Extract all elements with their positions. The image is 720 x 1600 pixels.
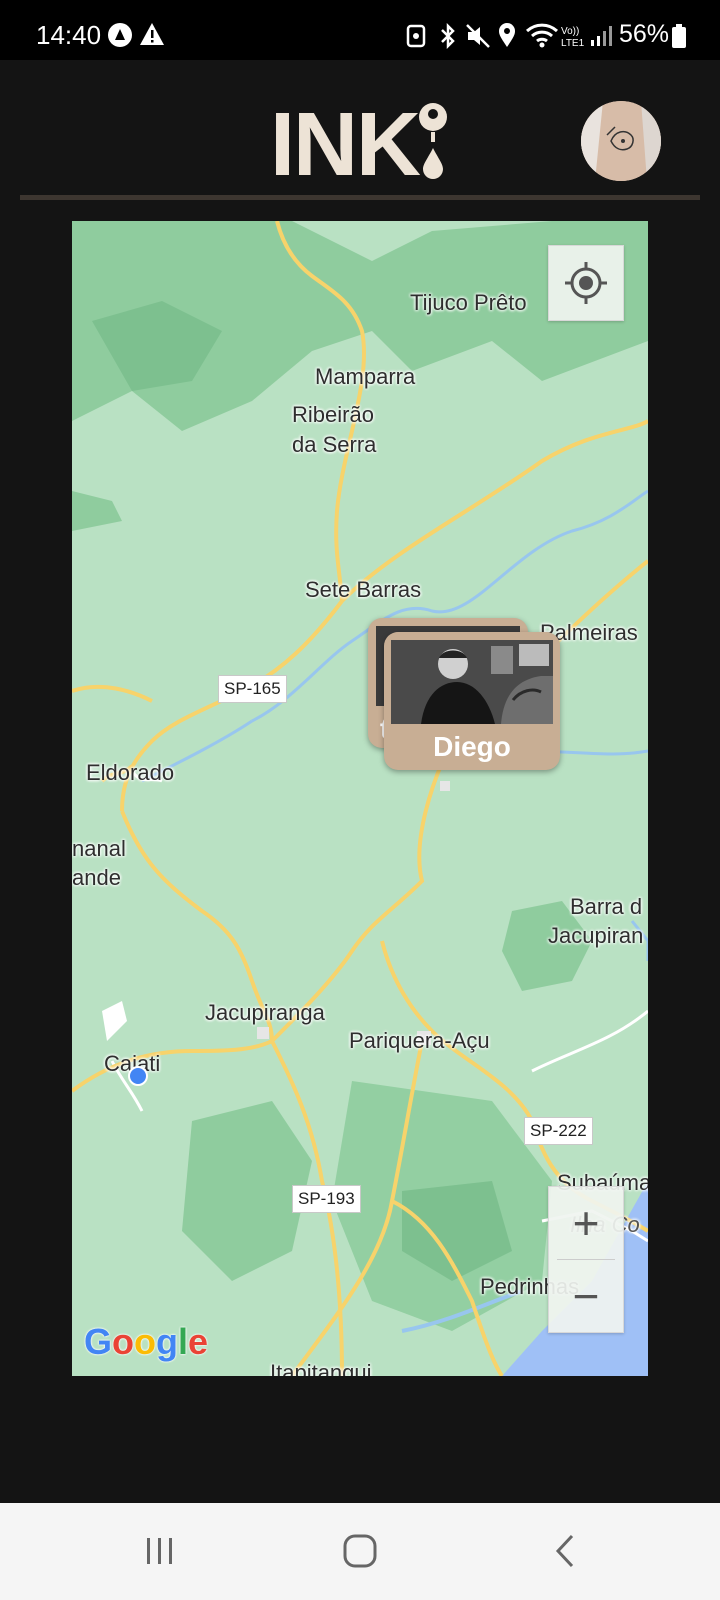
place-label: nanal — [72, 836, 126, 861]
signal-icon — [590, 25, 612, 52]
location-icon — [497, 22, 517, 53]
battery-icon — [672, 24, 686, 53]
place-label: Jacupiran — [548, 923, 644, 948]
battery-percent: 56% — [619, 20, 670, 48]
artist-name: Diego — [433, 731, 511, 762]
crosshair-icon — [565, 262, 607, 304]
place-label: Mamparra — [315, 364, 416, 389]
home-icon — [343, 1534, 377, 1568]
place-label: Jacupiranga — [205, 1000, 325, 1025]
artist-photo — [391, 640, 553, 724]
ink-drop-logo-icon — [418, 102, 448, 185]
mute-icon — [465, 23, 491, 54]
place-label: Itapitangui — [270, 1360, 372, 1376]
zoom-out-button[interactable]: − — [549, 1260, 623, 1332]
app-logo-text: INK — [270, 95, 421, 195]
place-label: Ribeirão — [292, 402, 374, 427]
my-location-button[interactable] — [548, 245, 624, 321]
road-shield: SP-222 — [524, 1117, 593, 1145]
system-nav-bar — [0, 1503, 720, 1600]
back-chevron-icon — [555, 1534, 574, 1568]
recent-apps-button[interactable] — [142, 1533, 178, 1574]
google-logo: Google — [84, 1321, 209, 1362]
header-divider — [20, 195, 700, 200]
app-notification-icon — [107, 22, 133, 53]
place-label: Sete Barras — [305, 577, 422, 602]
road-shield: SP-193 — [292, 1185, 361, 1213]
map-view[interactable]: Tijuco Prêto Mamparra Ribeirão da Serra … — [72, 221, 648, 1376]
back-button[interactable] — [548, 1533, 584, 1574]
place-label: Eldorado — [86, 760, 175, 785]
artist-marker-diego[interactable]: Diego — [384, 632, 560, 770]
zoom-controls: + − — [548, 1186, 624, 1333]
place-label: da Serra — [292, 432, 377, 457]
wifi-icon — [525, 22, 559, 53]
my-location-dot — [128, 1066, 148, 1086]
zoom-in-button[interactable]: + — [549, 1187, 623, 1259]
status-time: 14:40 — [36, 20, 102, 50]
place-label: Pariquera-Açu — [349, 1028, 490, 1053]
place-label: ande — [72, 865, 121, 890]
road-shield: SP-165 — [218, 675, 287, 703]
svg-text:LTE1: LTE1 — [561, 38, 585, 48]
warning-icon — [139, 22, 165, 51]
svg-text:Vo)): Vo)) — [561, 26, 579, 37]
screen: 14:40 Vo)) LTE1 56% INK Tijuco Prêto Mam… — [0, 0, 720, 1600]
nfc-icon — [406, 24, 426, 53]
home-button[interactable] — [342, 1533, 378, 1574]
bluetooth-icon — [438, 22, 458, 54]
volte-icon: Vo)) LTE1 — [561, 24, 587, 53]
place-label: Tijuco Prêto — [410, 290, 527, 315]
place-label: Barra d — [570, 894, 643, 919]
status-bar: 14:40 Vo)) LTE1 56% — [0, 0, 720, 60]
user-avatar[interactable] — [581, 101, 661, 181]
recents-icon — [147, 1538, 172, 1564]
